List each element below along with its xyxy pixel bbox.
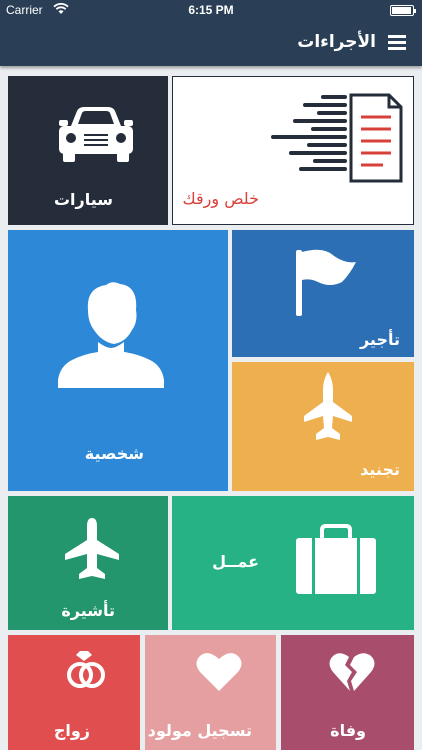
tile-visa[interactable]: تأشيرة [8, 496, 168, 630]
briefcase-icon [296, 524, 376, 594]
tile-paper[interactable]: خلص ورقك [172, 76, 414, 225]
tile-conscription[interactable]: تجنيد [232, 362, 414, 491]
page-title: الأجراءات [297, 32, 376, 52]
status-bar: Carrier 6:15 PM [0, 0, 422, 20]
broken-heart-icon [329, 653, 375, 691]
menu-icon[interactable] [388, 35, 406, 50]
tile-paper-label: خلص ورقك [182, 189, 259, 208]
tile-birth-label: تسجيل مولود [147, 721, 252, 740]
battery-icon [390, 5, 416, 16]
paper-icon [271, 93, 403, 183]
tile-personal-label: شخصية [84, 444, 144, 463]
tile-work[interactable]: عمــل [172, 496, 414, 630]
tile-rent[interactable]: تأجير [232, 230, 414, 357]
tile-marriage[interactable]: زواج [8, 635, 140, 750]
tile-death-label: وفاة [330, 721, 366, 740]
person-icon [58, 282, 164, 388]
tile-work-label: عمــل [212, 552, 259, 571]
flag-icon [296, 249, 356, 316]
tile-marriage-label: زواج [53, 721, 90, 740]
tile-cars-label: سيارات [53, 190, 113, 209]
tile-death[interactable]: وفاة [281, 635, 414, 750]
tile-cars[interactable]: سيارات [8, 76, 168, 225]
tile-visa-label: تأشيرة [61, 601, 115, 620]
plane-icon [65, 518, 119, 579]
status-time: 6:15 PM [188, 3, 234, 17]
heart-icon [196, 653, 242, 691]
tile-rent-label: تأجير [359, 330, 400, 349]
car-icon [59, 107, 133, 162]
tile-birth-registration[interactable]: تسجيل مولود [145, 635, 276, 750]
tile-conscription-label: تجنيد [360, 460, 400, 479]
jet-icon [304, 372, 352, 440]
rings-icon [67, 651, 105, 688]
tile-personal[interactable]: شخصية [8, 230, 228, 491]
nav-bar: الأجراءات [0, 20, 422, 66]
